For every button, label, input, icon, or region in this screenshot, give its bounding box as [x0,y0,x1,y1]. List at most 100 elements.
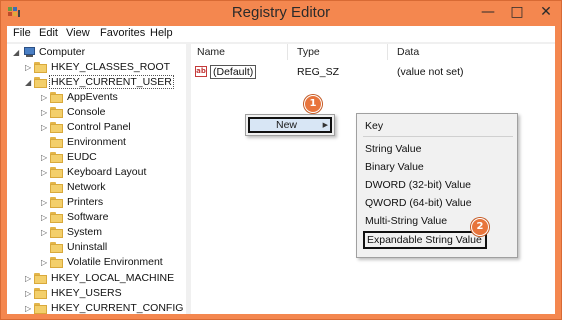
tree-label: Keyboard Layout [67,166,147,178]
expand-arrow-icon[interactable]: ▷ [41,105,49,120]
context-menu: New ▶ [245,114,335,136]
tree-label: AppEvents [67,91,118,103]
folder-icon [50,212,63,223]
submenu-item-dword-value[interactable]: DWORD (32-bit) Value [365,179,471,191]
expand-arrow-icon[interactable]: ▷ [25,271,33,286]
tree-label: EUDC [67,151,97,163]
folder-icon [50,242,63,253]
tree-item-environment[interactable]: Environment [7,135,186,150]
tree-label: System [67,226,103,238]
menu-view[interactable]: View [66,27,90,39]
folder-icon [50,92,63,103]
tree-label: Volatile Environment [67,256,163,268]
tree-item-eudc[interactable]: ▷ EUDC [7,150,186,165]
folder-icon [50,197,63,208]
expand-arrow-icon[interactable]: ▷ [41,150,49,165]
value-data: (value not set) [397,66,464,78]
value-name: (Default) [209,65,257,79]
tree-label: Software [67,211,109,223]
submenu-item-multi-string-value[interactable]: Multi-String Value [365,215,447,227]
tree-item-keyboard-layout[interactable]: ▷ Keyboard Layout [7,165,186,180]
submenu-item-qword-value[interactable]: QWORD (64-bit) Value [365,197,472,209]
tree-item-console[interactable]: ▷ Console [7,105,186,120]
expand-arrow-icon[interactable]: ▷ [41,165,49,180]
tree-label: Console [67,106,106,118]
expand-arrow-icon[interactable]: ▷ [41,120,49,135]
tree-label: HKEY_CURRENT_CONFIG [51,302,184,314]
tree-label: Control Panel [67,121,131,133]
submenu-item-expandable-string-value[interactable]: Expandable String Value [363,231,487,249]
tree-item-hkey-users[interactable]: ▷ HKEY_USERS [7,286,186,301]
column-header-data[interactable]: Data [397,46,419,58]
registry-tree: ◢ Computer ▷ HKEY_CLASSES_ROOT ◢ HKEY_CU… [7,44,186,314]
step-badge-2: 2 [471,218,489,236]
folder-icon [50,167,63,178]
menu-item-new[interactable]: New ▶ [248,117,332,133]
folder-icon [50,122,63,133]
tree-label: Uninstall [67,241,108,253]
new-submenu: Key String Value Binary Value DWORD (32-… [356,113,518,258]
tree-label: Environment [67,136,126,148]
folder-icon [34,303,47,314]
minimize-icon: — [481,4,495,20]
tree-item-hkey-local-machine[interactable]: ▷ HKEY_LOCAL_MACHINE [7,271,186,286]
folder-icon [50,182,63,193]
expand-arrow-icon[interactable]: ▷ [25,60,33,75]
collapse-arrow-icon[interactable]: ◢ [13,45,21,60]
tree-item-hkey-current-config[interactable]: ▷ HKEY_CURRENT_CONFIG [7,301,186,314]
step-badge-1: 1 [304,95,322,113]
tree-label-computer: Computer [39,46,86,58]
tree-label: HKEY_LOCAL_MACHINE [51,272,175,284]
column-divider[interactable] [387,44,388,60]
tree-item-computer[interactable]: ◢ Computer [7,45,186,60]
menu-separator [363,136,513,137]
expand-arrow-icon[interactable]: ▷ [41,255,49,270]
expand-arrow-icon[interactable]: ▷ [41,225,49,240]
menu-file[interactable]: File [13,27,31,39]
submenu-arrow-icon: ▶ [322,122,328,129]
value-type: REG_SZ [297,66,340,78]
expand-arrow-icon[interactable]: ▷ [41,195,49,210]
tree-item-hkey-classes-root[interactable]: ▷ HKEY_CLASSES_ROOT [7,60,186,75]
menu-help[interactable]: Help [150,27,173,39]
menu-favorites[interactable]: Favorites [100,27,145,39]
maximize-button[interactable]: □ [503,1,531,23]
tree-item-hkey-current-user[interactable]: ◢ HKEY_CURRENT_USER [7,75,186,90]
folder-icon [50,107,63,118]
tree-label: Printers [67,196,104,208]
expand-arrow-icon[interactable]: ▷ [25,286,33,301]
column-divider[interactable] [287,44,288,60]
tree-item-appevents[interactable]: ▷ AppEvents [7,90,186,105]
submenu-item-binary-value[interactable]: Binary Value [365,161,424,173]
folder-icon [50,257,63,268]
close-icon: ✕ [540,4,552,20]
tree-item-control-panel[interactable]: ▷ Control Panel [7,120,186,135]
minimize-button[interactable]: — [474,1,502,23]
registry-editor-window: Registry Editor — □ ✕ File Edit View Fav… [0,0,562,320]
folder-icon [50,152,63,163]
collapse-arrow-icon[interactable]: ◢ [25,75,33,90]
column-header-type[interactable]: Type [297,46,320,58]
submenu-item-key[interactable]: Key [365,120,383,132]
title-bar[interactable]: Registry Editor — □ ✕ [1,1,561,25]
expand-arrow-icon[interactable]: ▷ [41,210,49,225]
menu-item-new-label: New [276,119,298,131]
folder-icon [34,273,47,284]
column-header-name[interactable]: Name [197,46,225,58]
tree-item-software[interactable]: ▷ Software [7,210,186,225]
tree-item-printers[interactable]: ▷ Printers [7,195,186,210]
close-button[interactable]: ✕ [532,1,560,23]
tree-label: HKEY_USERS [51,287,122,299]
tree-item-uninstall[interactable]: Uninstall [7,240,186,255]
tree-item-system[interactable]: ▷ System [7,225,186,240]
folder-icon [50,137,63,148]
tree-item-volatile-environment[interactable]: ▷ Volatile Environment [7,255,186,270]
maximize-icon: □ [510,4,524,20]
tree-item-network[interactable]: Network [7,180,186,195]
submenu-item-string-value[interactable]: String Value [365,143,421,155]
folder-icon [50,227,63,238]
tree-label: HKEY_CLASSES_ROOT [51,61,171,73]
menu-edit[interactable]: Edit [39,27,58,39]
expand-arrow-icon[interactable]: ▷ [25,301,33,314]
expand-arrow-icon[interactable]: ▷ [41,90,49,105]
